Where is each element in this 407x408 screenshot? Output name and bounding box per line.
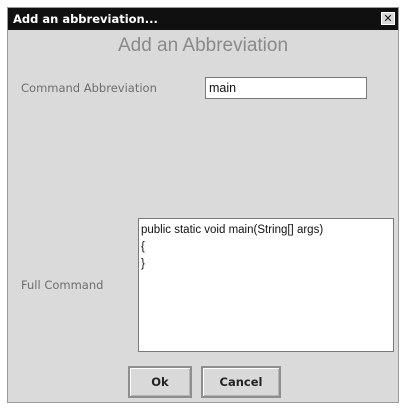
add-abbreviation-dialog: Add an abbreviation... ✕ Add an Abbrevia… — [7, 7, 399, 403]
dialog-heading: Add an Abbreviation — [117, 35, 289, 56]
dialog-title: Add an abbreviation... — [13, 12, 158, 26]
full-command-label: Full Command — [21, 278, 104, 292]
ok-button[interactable]: Ok — [128, 366, 192, 398]
dialog-titlebar[interactable]: Add an abbreviation... ✕ — [8, 8, 398, 30]
full-command-line-4: } — [141, 258, 145, 270]
close-icon[interactable]: ✕ — [381, 12, 395, 25]
full-command-textarea[interactable]: public static void main(String[] args) {… — [138, 218, 394, 352]
abbreviation-input[interactable]: main — [205, 77, 367, 99]
full-command-line-1: public static void main(String[] args) — [141, 224, 324, 236]
abbreviation-label: Command Abbreviation — [21, 81, 157, 95]
cancel-button[interactable]: Cancel — [201, 366, 281, 398]
full-command-line-2: { — [141, 241, 145, 253]
